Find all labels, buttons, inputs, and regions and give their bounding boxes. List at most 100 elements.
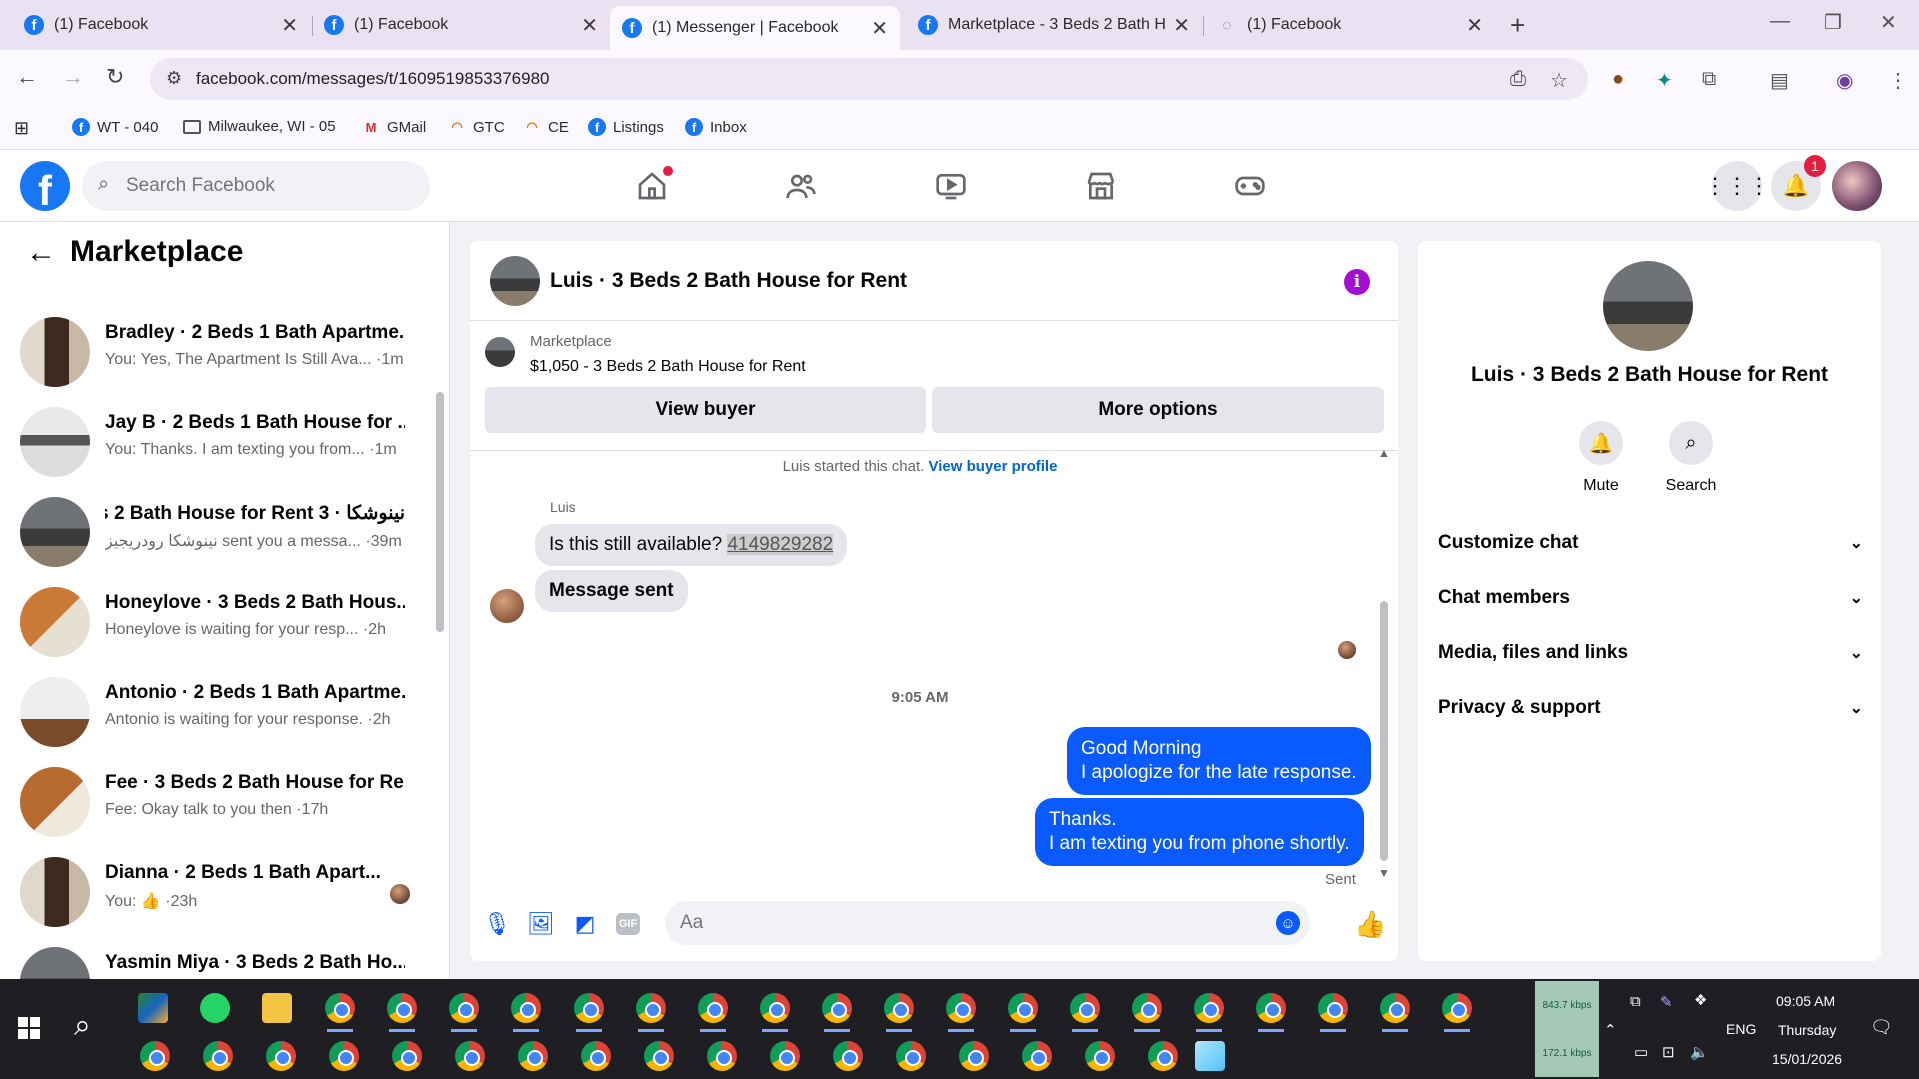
back-arrow-icon[interactable]: ←	[26, 236, 56, 270]
chrome-window-icon[interactable]	[636, 993, 666, 1023]
extension-icon[interactable]: ✦	[1656, 68, 1673, 93]
chrome-window-icon[interactable]	[387, 993, 417, 1023]
thumbs-up-icon[interactable]: 👍	[1354, 909, 1386, 940]
chrome-window-icon[interactable]	[1318, 993, 1348, 1023]
chrome-window-icon[interactable]	[518, 1041, 548, 1071]
browser-tab-1[interactable]: f (1) Facebook ✕	[12, 6, 310, 44]
customize-chat-section[interactable]: Customize chat ⌄	[1438, 523, 1863, 563]
more-options-button[interactable]: More options	[932, 387, 1384, 433]
minimize-icon[interactable]: —	[1770, 10, 1790, 33]
volume-icon[interactable]: 🔈	[1690, 1043, 1709, 1061]
tab-close-icon[interactable]: ✕	[1173, 13, 1190, 38]
tab-search-icon[interactable]: ▤	[1770, 68, 1789, 93]
scroll-down-arrow-icon[interactable]: ▼	[1378, 866, 1390, 880]
view-buyer-profile-link[interactable]: View buyer profile	[928, 458, 1057, 475]
profile-icon[interactable]: ◉	[1836, 68, 1853, 93]
chrome-window-icon[interactable]	[392, 1041, 422, 1071]
bookmark-star-icon[interactable]: ☆	[1550, 68, 1568, 93]
message-input[interactable]	[680, 901, 1240, 945]
chrome-window-icon[interactable]	[329, 1041, 359, 1071]
chrome-window-icon[interactable]	[896, 1041, 926, 1071]
file-explorer-icon[interactable]	[262, 993, 292, 1023]
info-icon[interactable]: i	[1344, 269, 1370, 295]
battery-icon[interactable]: ▭	[1634, 1043, 1648, 1061]
clock-date[interactable]: 15/01/2026	[1772, 1051, 1842, 1067]
sender-avatar[interactable]	[490, 589, 524, 623]
chrome-window-icon[interactable]	[325, 993, 355, 1023]
app-tile-icon[interactable]	[138, 993, 168, 1023]
browser-menu-icon[interactable]: ⋮	[1888, 68, 1908, 93]
friends-icon[interactable]	[781, 168, 821, 204]
chrome-window-icon[interactable]	[822, 993, 852, 1023]
tab-close-icon[interactable]: ✕	[281, 13, 298, 38]
chat-scrollbar[interactable]	[1380, 601, 1388, 861]
network-icon[interactable]: ⊡	[1662, 1043, 1675, 1061]
restore-icon[interactable]: ❐	[1824, 10, 1842, 35]
list-scrollbar[interactable]	[436, 392, 444, 632]
chat-avatar[interactable]	[490, 256, 540, 306]
cookie-extension-icon[interactable]: ●	[1612, 68, 1624, 91]
start-windows-icon[interactable]	[18, 1017, 40, 1039]
search-box[interactable]: ⌕	[82, 161, 430, 211]
outgoing-message[interactable]: Thanks. I am texting you from phone shor…	[1035, 798, 1364, 866]
chrome-window-icon[interactable]	[833, 1041, 863, 1071]
search-button[interactable]: ⌕ Search	[1661, 421, 1721, 495]
chrome-window-icon[interactable]	[884, 993, 914, 1023]
chrome-window-icon[interactable]	[946, 993, 976, 1023]
chrome-window-icon[interactable]	[1070, 993, 1100, 1023]
input-language[interactable]: ENG	[1726, 1021, 1756, 1037]
facebook-logo-icon[interactable]: f	[20, 161, 70, 211]
screen-cast-icon[interactable]: ⧉	[1630, 993, 1641, 1010]
chrome-window-icon[interactable]	[449, 993, 479, 1023]
chrome-window-icon[interactable]	[1008, 993, 1038, 1023]
chrome-window-icon[interactable]	[959, 1041, 989, 1071]
chrome-window-icon[interactable]	[1085, 1041, 1115, 1071]
phone-number-link[interactable]: 4149829282	[727, 534, 834, 555]
apps-grid-icon[interactable]: ⊞	[14, 118, 29, 139]
bookmark-gmail[interactable]: M GMail	[362, 118, 427, 136]
conversation-item[interactable]: Fee · 3 Beds 2 Bath House for Re... Fee:…	[0, 752, 430, 842]
dropbox-icon[interactable]: ❖	[1694, 991, 1707, 1009]
notification-center-icon[interactable]: 🗨	[1870, 1017, 1893, 1038]
account-avatar[interactable]	[1832, 161, 1882, 211]
install-app-icon[interactable]: ⎙	[1510, 68, 1526, 91]
chrome-window-icon[interactable]	[1442, 993, 1472, 1023]
bookmark-wt-040[interactable]: f WT - 040	[72, 118, 158, 136]
privacy-support-section[interactable]: Privacy & support ⌄	[1438, 688, 1863, 728]
search-input[interactable]	[126, 161, 416, 211]
chrome-window-icon[interactable]	[203, 1041, 233, 1071]
bookmark-gtc[interactable]: ◠ GTC	[448, 118, 504, 136]
chrome-window-icon[interactable]	[1256, 993, 1286, 1023]
tab-close-icon[interactable]: ✕	[581, 13, 598, 38]
chrome-window-icon[interactable]	[574, 993, 604, 1023]
new-tab-icon[interactable]: +	[1510, 10, 1525, 41]
chrome-window-icon[interactable]	[1194, 993, 1224, 1023]
listing-title[interactable]: $1,050 - 3 Beds 2 Bath House for Rent	[530, 358, 806, 376]
clock-time[interactable]: 09:05 AM	[1776, 993, 1835, 1009]
browser-tab-2[interactable]: f (1) Facebook ✕	[312, 6, 610, 44]
conversation-item[interactable]: Honeylove · 3 Beds 2 Bath Hous... Honeyl…	[0, 572, 430, 662]
forward-icon[interactable]: →	[62, 64, 84, 90]
gif-icon[interactable]: GIF	[616, 913, 640, 935]
chrome-window-icon[interactable]	[707, 1041, 737, 1071]
bookmark-milwaukee[interactable]: Milwaukee, WI - 05	[183, 118, 336, 135]
show-hidden-icons-chevron-up-icon[interactable]: ⌃	[1604, 1021, 1617, 1039]
bookmark-ce[interactable]: ◠ CE	[523, 118, 569, 136]
microphone-icon[interactable]: 🎙	[483, 911, 511, 937]
chrome-window-icon[interactable]	[266, 1041, 296, 1071]
chrome-window-icon[interactable]	[698, 993, 728, 1023]
outgoing-message[interactable]: Good Morning I apologize for the late re…	[1067, 727, 1371, 795]
chrome-window-icon[interactable]	[1132, 993, 1162, 1023]
pen-icon[interactable]: ✎	[1660, 993, 1673, 1011]
tab-close-icon[interactable]: ✕	[1466, 13, 1483, 38]
gaming-icon[interactable]	[1230, 168, 1270, 204]
extensions-puzzle-icon[interactable]: ⧉	[1702, 68, 1716, 91]
chrome-window-icon[interactable]	[1148, 1041, 1178, 1071]
chrome-window-icon[interactable]	[581, 1041, 611, 1071]
chrome-window-icon[interactable]	[1022, 1041, 1052, 1071]
url-text[interactable]: facebook.com/messages/t/1609519853376980	[196, 69, 549, 89]
browser-tab-5[interactable]: ◌ (1) Facebook ✕	[1205, 6, 1495, 44]
conversation-item[interactable]: Dianna · 2 Beds 1 Bath Apart... You: 👍 ·…	[0, 842, 430, 932]
view-buyer-button[interactable]: View buyer	[485, 387, 926, 433]
close-window-icon[interactable]: ✕	[1880, 10, 1897, 35]
